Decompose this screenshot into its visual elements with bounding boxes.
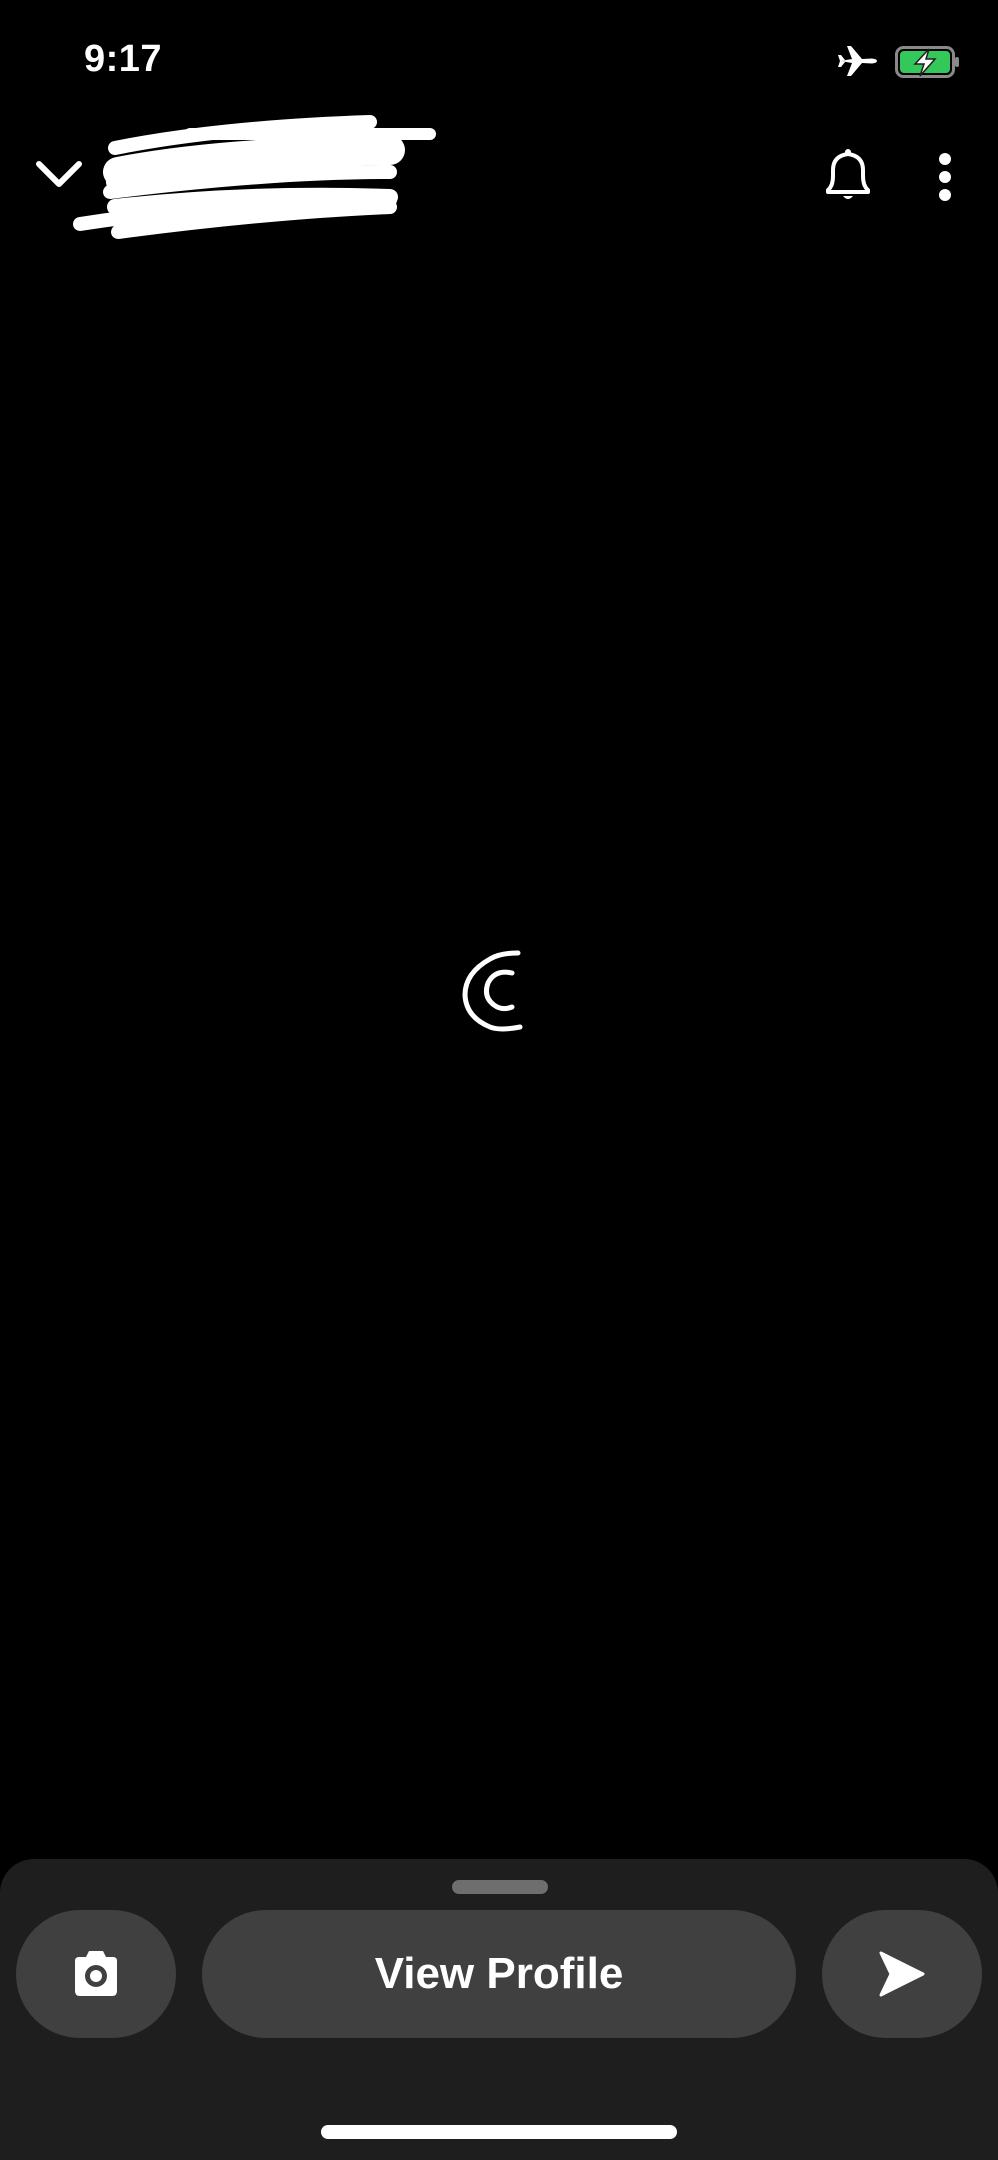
camera-button[interactable]: [16, 1910, 176, 2038]
camera-icon: [75, 1951, 117, 1996]
send-icon: [879, 1951, 925, 1997]
airplane-mode-icon: [838, 46, 877, 76]
view-profile-button[interactable]: View Profile: [202, 1910, 796, 2038]
battery-charging-icon: [895, 46, 959, 78]
status-time: 9:17: [84, 38, 163, 80]
loading-spinner-icon: [462, 950, 523, 1032]
home-indicator: [321, 2125, 677, 2139]
sheet-grabber-handle[interactable]: [452, 1880, 548, 1894]
more-vertical-icon[interactable]: [930, 150, 960, 210]
send-button[interactable]: [822, 1910, 982, 2038]
redacted-title: [73, 115, 436, 239]
bell-icon[interactable]: [820, 146, 876, 206]
